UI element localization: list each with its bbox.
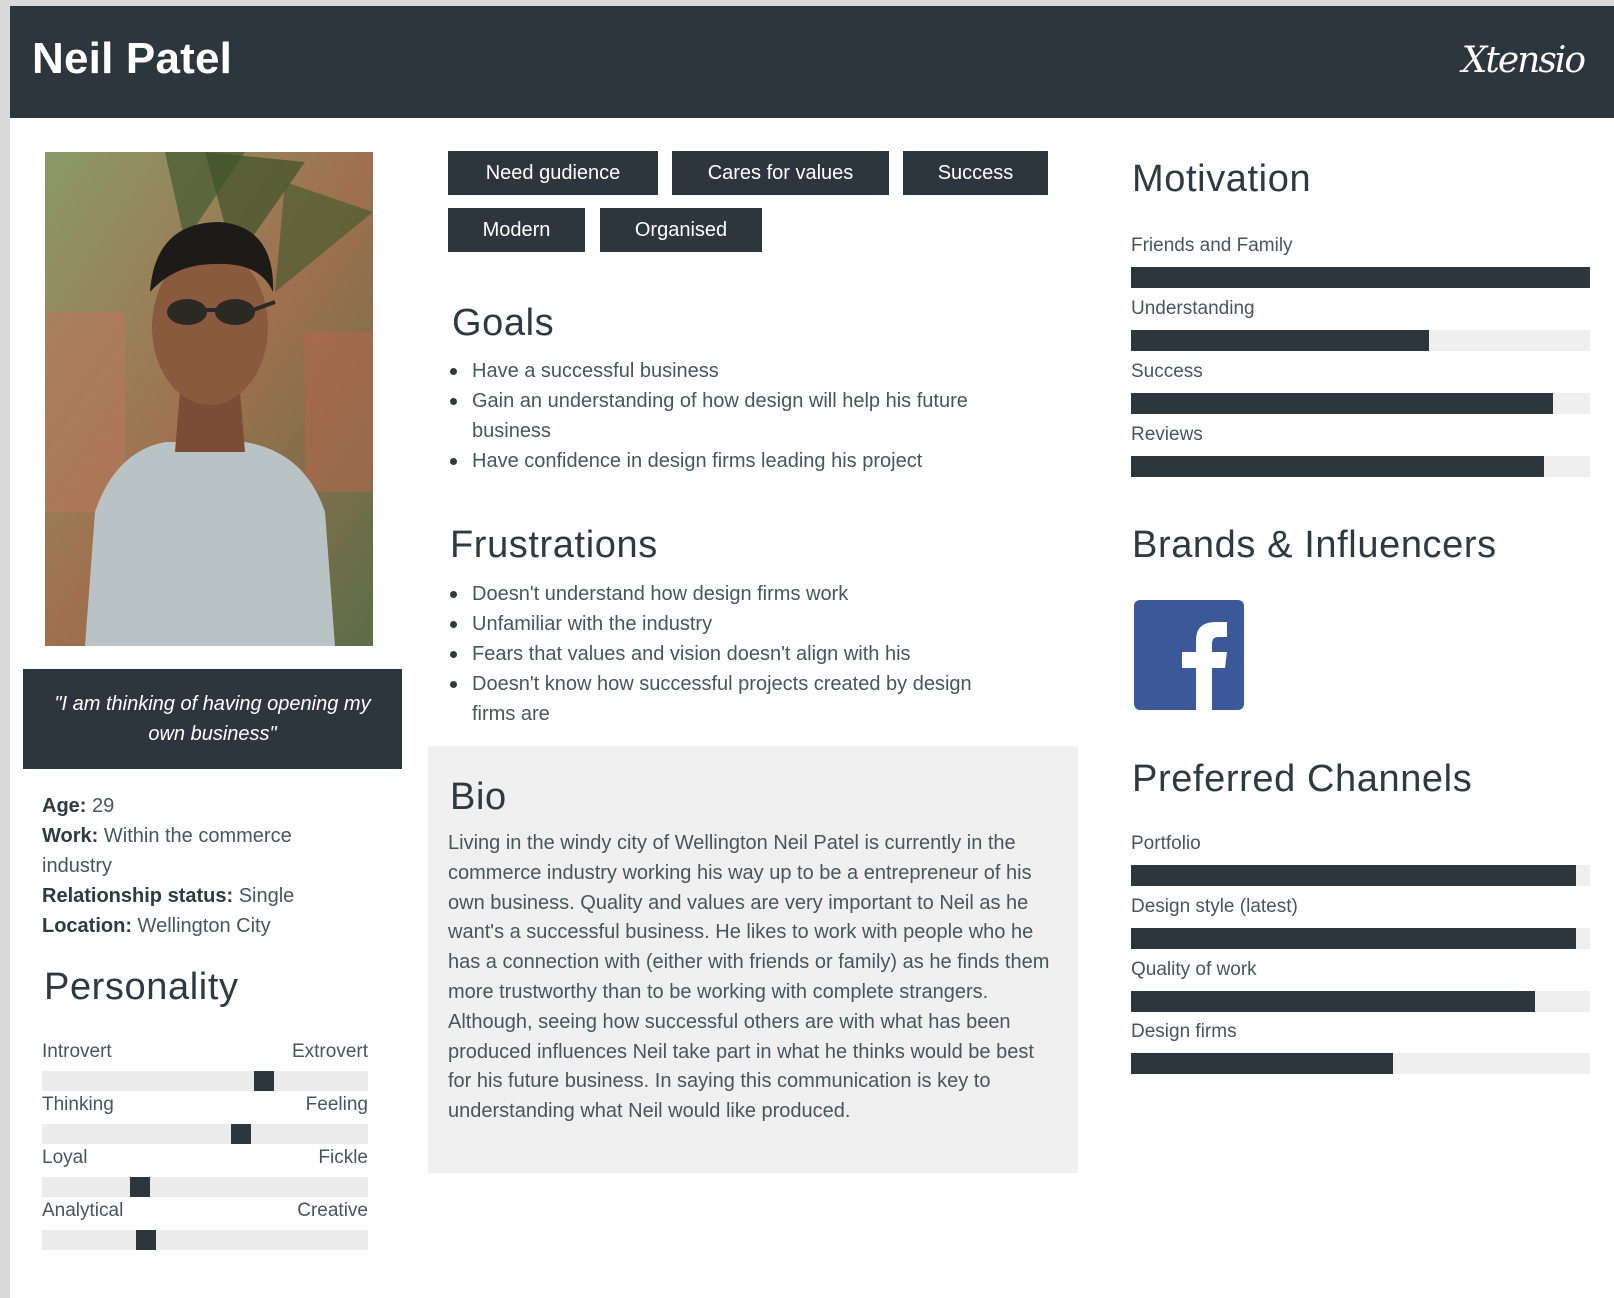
trait-marker bbox=[253, 1071, 274, 1091]
facebook-icon[interactable] bbox=[1134, 600, 1244, 710]
tag-item: Modern bbox=[448, 208, 585, 252]
fact-label: Relationship status: bbox=[42, 885, 234, 907]
trait-right-label: Fickle bbox=[318, 1147, 368, 1168]
frustrations-list: Doesn't understand how design firms work… bbox=[448, 579, 1008, 729]
motivation-bar: Understanding bbox=[1131, 298, 1590, 351]
brands-heading: Brands & Influencers bbox=[1132, 524, 1497, 566]
frustrations-heading: Frustrations bbox=[450, 524, 658, 566]
fact-label: Work: bbox=[42, 825, 99, 847]
bar-fill bbox=[1131, 456, 1545, 477]
trait-marker bbox=[136, 1230, 157, 1250]
frustration-item: Doesn't know how successful projects cre… bbox=[448, 669, 1008, 729]
channel-bar: Design firms bbox=[1131, 1021, 1590, 1074]
bar-label: Quality of work bbox=[1131, 959, 1257, 980]
goals-heading: Goals bbox=[452, 302, 555, 344]
bar-track bbox=[1131, 1053, 1590, 1074]
fact-age: Age: 29 bbox=[42, 791, 342, 821]
channels-heading: Preferred Channels bbox=[1132, 758, 1473, 800]
channel-bar: Design style (latest) bbox=[1131, 896, 1590, 949]
frustration-item: Doesn't understand how design firms work bbox=[448, 579, 1008, 609]
trait-left-label: Thinking bbox=[42, 1094, 114, 1115]
trait-left-label: Loyal bbox=[42, 1147, 88, 1168]
tag-item: Cares for values bbox=[672, 151, 889, 195]
fact-value: Wellington City bbox=[132, 915, 271, 937]
trait-right-label: Extrovert bbox=[291, 1041, 368, 1062]
bar-track bbox=[1131, 393, 1590, 414]
trait-left-label: Analytical bbox=[42, 1200, 124, 1221]
bio-heading: Bio bbox=[450, 776, 507, 818]
tag-item: Need gudience bbox=[448, 151, 658, 195]
bar-label: Understanding bbox=[1131, 298, 1255, 319]
bar-track bbox=[1131, 865, 1590, 886]
bar-fill bbox=[1131, 928, 1577, 949]
bar-track bbox=[1131, 330, 1590, 351]
trait-marker bbox=[129, 1177, 150, 1197]
motivation-bar: Reviews bbox=[1131, 424, 1590, 477]
frustration-item: Fears that values and vision doesn't ali… bbox=[448, 639, 1008, 669]
fact-work: Work: Within the commerce industry bbox=[42, 821, 342, 881]
bar-label: Success bbox=[1131, 361, 1203, 382]
bar-fill bbox=[1131, 393, 1554, 414]
bar-fill bbox=[1131, 1053, 1393, 1074]
persona-facts: Age: 29 Work: Within the commerce indust… bbox=[42, 791, 342, 941]
fact-value: Single bbox=[233, 885, 295, 907]
trait-right-label: Feeling bbox=[305, 1094, 368, 1115]
bar-label: Reviews bbox=[1131, 424, 1203, 445]
trait-track bbox=[42, 1230, 368, 1250]
fact-location: Location: Wellington City bbox=[42, 911, 342, 941]
fact-value: 29 bbox=[86, 795, 115, 817]
bar-label: Design style (latest) bbox=[1131, 896, 1298, 917]
bar-fill bbox=[1131, 330, 1430, 351]
trait-track bbox=[42, 1071, 368, 1091]
persona-name: Neil Patel bbox=[32, 34, 233, 83]
bar-track bbox=[1131, 267, 1590, 288]
goal-item: Gain an understanding of how design will… bbox=[448, 386, 1008, 446]
trait-track bbox=[42, 1124, 368, 1144]
trait-thinking-feeling: Thinking Feeling bbox=[42, 1094, 368, 1146]
header-bar: Neil Patel Xtensio bbox=[10, 6, 1614, 118]
frustration-item: Unfamiliar with the industry bbox=[448, 609, 1008, 639]
channel-bar: Quality of work bbox=[1131, 959, 1590, 1012]
personality-heading: Personality bbox=[44, 966, 239, 1008]
fact-label: Age: bbox=[42, 795, 87, 817]
xtensio-logo: Xtensio bbox=[1461, 40, 1586, 81]
bar-label: Friends and Family bbox=[1131, 235, 1293, 256]
trait-left-label: Introvert bbox=[42, 1041, 112, 1062]
bar-label: Design firms bbox=[1131, 1021, 1237, 1042]
bar-track bbox=[1131, 991, 1590, 1012]
motivation-bar: Success bbox=[1131, 361, 1590, 414]
bar-track bbox=[1131, 928, 1590, 949]
bar-label: Portfolio bbox=[1131, 833, 1201, 854]
trait-track bbox=[42, 1177, 368, 1197]
bio-text: Living in the windy city of Wellington N… bbox=[448, 832, 1050, 1123]
bar-fill bbox=[1131, 267, 1590, 288]
goals-list: Have a successful business Gain an under… bbox=[448, 356, 1008, 476]
goal-item: Have a successful business bbox=[448, 356, 1008, 386]
motivation-bar: Friends and Family bbox=[1131, 235, 1590, 288]
bar-track bbox=[1131, 456, 1590, 477]
trait-loyal-fickle: Loyal Fickle bbox=[42, 1147, 368, 1199]
trait-marker bbox=[230, 1124, 251, 1144]
trait-introvert-extrovert: Introvert Extrovert bbox=[42, 1041, 368, 1093]
trait-right-label: Creative bbox=[297, 1200, 368, 1221]
motivation-heading: Motivation bbox=[1132, 158, 1312, 200]
goal-item: Have confidence in design firms leading … bbox=[448, 446, 1008, 476]
persona-page: Neil Patel Xtensio "I am thinking of hav… bbox=[10, 6, 1614, 1298]
tag-item: Success bbox=[903, 151, 1048, 195]
tag-item: Organised bbox=[600, 208, 762, 252]
fact-label: Location: bbox=[42, 915, 132, 937]
fact-relationship: Relationship status: Single bbox=[42, 881, 342, 911]
bar-fill bbox=[1131, 865, 1577, 886]
bar-fill bbox=[1131, 991, 1535, 1012]
persona-quote: "I am thinking of having opening my own … bbox=[23, 669, 402, 769]
channel-bar: Portfolio bbox=[1131, 833, 1590, 886]
persona-photo bbox=[45, 152, 373, 646]
trait-analytical-creative: Analytical Creative bbox=[42, 1200, 368, 1252]
